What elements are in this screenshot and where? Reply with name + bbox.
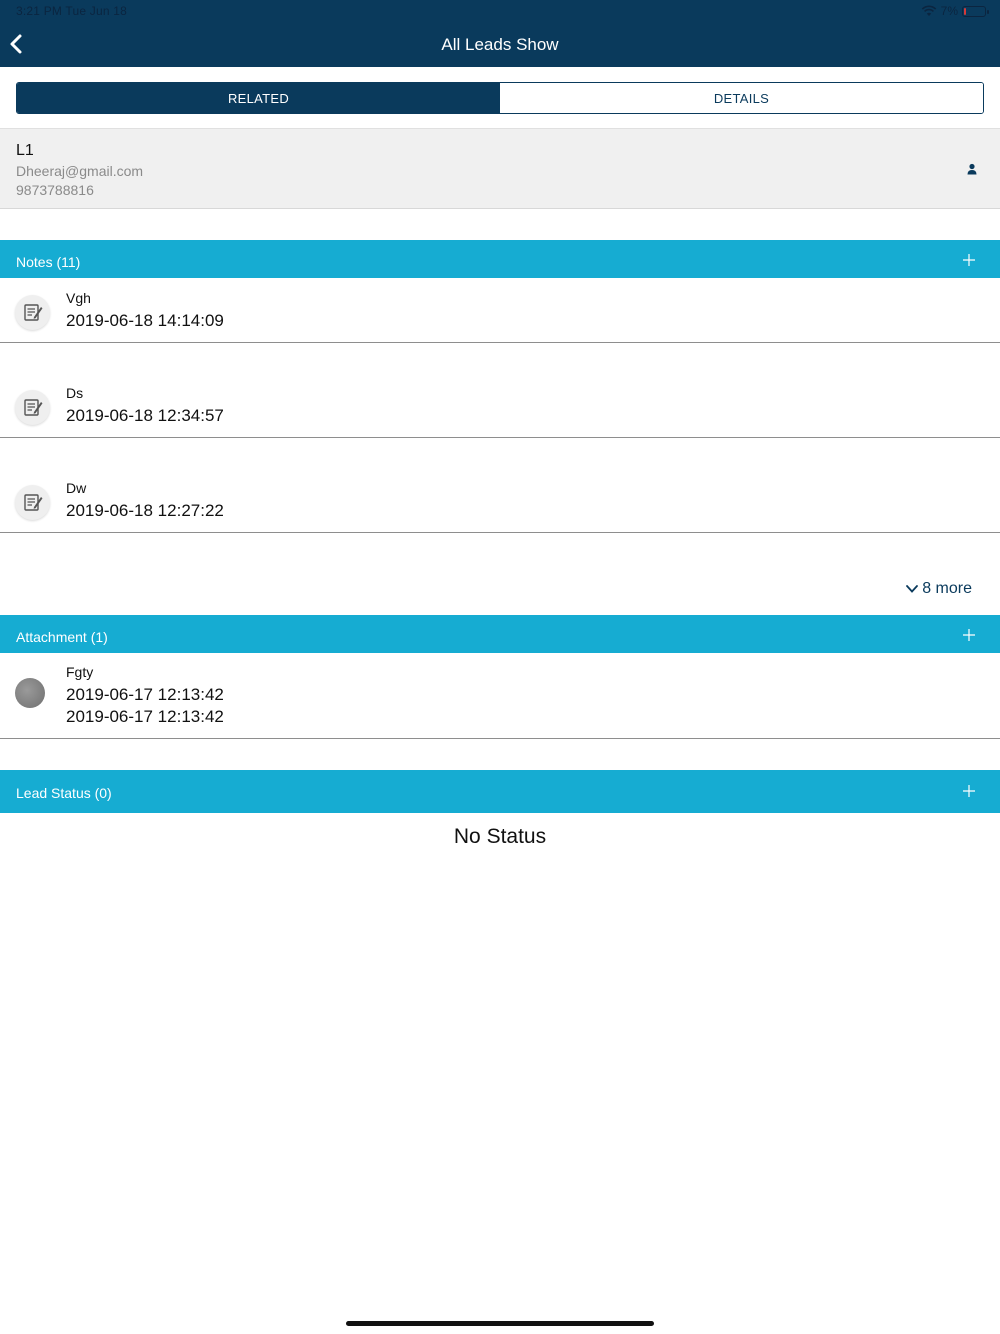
attachment-section-header: Attachment (1) [0, 615, 1000, 653]
attachment-header-label: Attachment (1) [16, 629, 108, 645]
tab-details[interactable]: DETAILS [500, 83, 983, 113]
home-indicator[interactable] [346, 1321, 654, 1326]
note-edit-icon [15, 295, 50, 330]
note-edit-icon [15, 390, 50, 425]
battery-percent: 7% [940, 4, 958, 18]
add-note-plus-icon[interactable] [962, 253, 976, 267]
status-time: 3:21 PM Tue Jun 18 [16, 4, 128, 18]
attachment-created-date: 2019-06-17 12:13:42 [66, 685, 224, 704]
note-date: 2019-06-18 12:27:22 [66, 501, 224, 520]
navigation-bar: 3:21 PM Tue Jun 18 7% All Leads Show [0, 0, 1000, 67]
lead-phone: 9873788816 [16, 182, 94, 198]
status-indicators: 7% [921, 4, 989, 18]
page-title: All Leads Show [441, 35, 559, 54]
lead-email: Dheeraj@gmail.com [16, 163, 144, 179]
chevron-down-icon [906, 585, 919, 593]
note-title: Vgh [66, 290, 91, 306]
notes-section-header: Notes (11) [0, 240, 1000, 278]
add-status-plus-icon[interactable] [962, 784, 976, 798]
note-date: 2019-06-18 12:34:57 [66, 406, 224, 425]
tab-related[interactable]: RELATED [17, 83, 500, 113]
note-title: Ds [66, 385, 84, 401]
show-more-notes-link[interactable]: 8 more [906, 580, 972, 598]
list-item-note[interactable]: Dw 2019-06-18 12:27:22 [0, 468, 1000, 533]
empty-status-message: No Status [453, 825, 547, 848]
attachment-title: Fgty [66, 664, 94, 680]
lead-status-section-header: Lead Status (0) [0, 770, 1000, 813]
person-icon[interactable] [966, 163, 978, 175]
note-edit-icon [15, 485, 50, 520]
lead-name: L1 [16, 142, 34, 159]
lead-summary-card: L1 Dheeraj@gmail.com 9873788816 [0, 128, 1000, 209]
battery-icon [962, 5, 989, 17]
note-title: Dw [66, 480, 87, 496]
attachment-thumbnail [15, 678, 45, 708]
wifi-icon [921, 5, 936, 16]
attachment-modified-date: 2019-06-17 12:13:42 [66, 707, 224, 726]
list-item-note[interactable]: Vgh 2019-06-18 14:14:09 [0, 278, 1000, 343]
lead-status-header-label: Lead Status (0) [16, 785, 112, 801]
more-label: 8 more [922, 580, 972, 597]
notes-header-label: Notes (11) [16, 254, 81, 270]
segmented-tabs: RELATED DETAILS [16, 82, 984, 114]
note-date: 2019-06-18 14:14:09 [66, 311, 224, 330]
list-item-attachment[interactable]: Fgty 2019-06-17 12:13:42 2019-06-17 12:1… [0, 653, 1000, 739]
add-attachment-plus-icon[interactable] [962, 628, 976, 642]
list-item-note[interactable]: Ds 2019-06-18 12:34:57 [0, 373, 1000, 438]
